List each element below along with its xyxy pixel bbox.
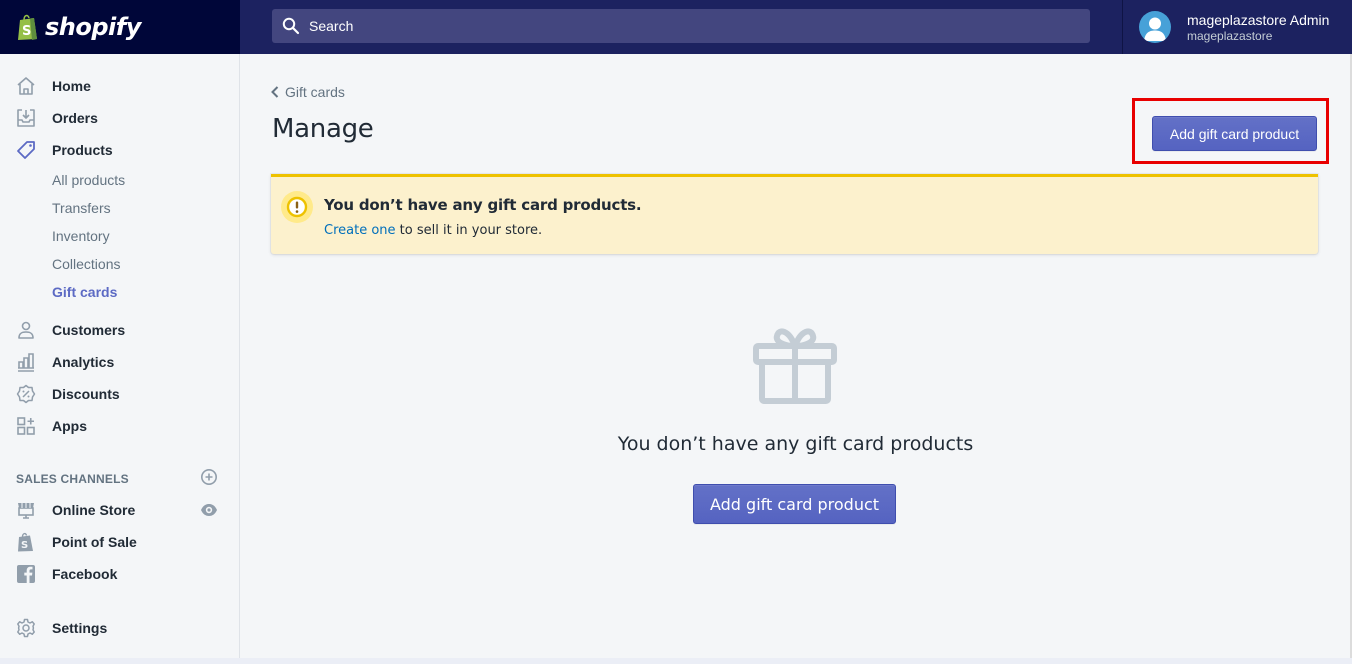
eye-icon[interactable] bbox=[200, 501, 218, 519]
shopify-logo[interactable]: S shopify bbox=[0, 0, 240, 54]
sidebar-item-label: Point of Sale bbox=[52, 534, 137, 550]
topbar-divider bbox=[1122, 0, 1123, 54]
main-content: Gift cards Manage Add gift card product … bbox=[241, 54, 1350, 658]
svg-text:S: S bbox=[21, 540, 28, 551]
warning-icon bbox=[281, 191, 313, 223]
gear-icon bbox=[17, 618, 35, 638]
sidebar-item-label: Facebook bbox=[52, 566, 118, 582]
sidebar-item-apps[interactable]: Apps bbox=[0, 410, 239, 442]
sidebar-item-label: Products bbox=[52, 142, 113, 158]
search-placeholder: Search bbox=[309, 18, 354, 34]
empty-state-add-button[interactable]: Add gift card product bbox=[693, 484, 896, 524]
sidebar-item-label: Home bbox=[52, 78, 91, 94]
sidebar-item-home[interactable]: Home bbox=[0, 70, 239, 102]
brand-name: shopify bbox=[45, 13, 141, 41]
facebook-icon bbox=[17, 565, 35, 583]
sidebar-subitem-all-products[interactable]: All products bbox=[52, 172, 125, 188]
add-gift-card-product-button[interactable]: Add gift card product bbox=[1152, 116, 1317, 151]
sidebar-subitem-transfers[interactable]: Transfers bbox=[52, 200, 111, 216]
orders-icon bbox=[17, 109, 35, 127]
user-avatar-icon bbox=[1139, 11, 1171, 43]
create-one-link[interactable]: Create one bbox=[324, 223, 396, 238]
sidebar-item-discounts[interactable]: Discounts bbox=[0, 378, 239, 410]
shopify-bag-icon: S bbox=[18, 14, 37, 40]
banner-title: You don’t have any gift card products. bbox=[324, 196, 642, 214]
sidebar-item-label: Apps bbox=[52, 418, 87, 434]
user-name: mageplazastore Admin bbox=[1187, 11, 1330, 28]
sidebar-item-customers[interactable]: Customers bbox=[0, 314, 239, 346]
warning-banner: You don’t have any gift card products. C… bbox=[271, 174, 1318, 254]
apps-icon bbox=[17, 417, 35, 435]
tag-icon bbox=[17, 141, 35, 159]
sidebar-item-label: Orders bbox=[52, 110, 98, 126]
sidebar-item-products[interactable]: Products bbox=[0, 134, 239, 166]
breadcrumb[interactable]: Gift cards bbox=[271, 84, 345, 100]
sidebar-item-label: Analytics bbox=[52, 354, 115, 370]
sales-channels-heading: SALES CHANNELS bbox=[16, 472, 129, 486]
empty-state-text: You don’t have any gift card products bbox=[617, 433, 974, 455]
user-shop: mageplazastore bbox=[1187, 28, 1273, 43]
banner-body-text: to sell it in your store. bbox=[395, 223, 543, 238]
chevron-left-icon bbox=[271, 86, 279, 98]
customer-icon bbox=[18, 321, 34, 339]
discount-icon bbox=[16, 384, 36, 404]
sidebar-item-analytics[interactable]: Analytics bbox=[0, 346, 239, 378]
banner-body: Create one to sell it in your store. bbox=[324, 223, 542, 238]
sidebar-item-orders[interactable]: Orders bbox=[0, 102, 239, 134]
home-icon bbox=[17, 77, 35, 95]
breadcrumb-gift-cards: Gift cards bbox=[285, 84, 345, 100]
svg-text:S: S bbox=[22, 24, 31, 39]
sidebar-subitem-gift-cards[interactable]: Gift cards bbox=[52, 284, 117, 300]
page-title: Manage bbox=[272, 114, 374, 144]
sidebar-item-label: Discounts bbox=[52, 386, 120, 402]
sidebar-item-label: Online Store bbox=[52, 502, 136, 518]
user-menu[interactable]: mageplazastore Admin mageplazastore bbox=[1139, 0, 1329, 54]
search-input[interactable]: Search bbox=[272, 9, 1090, 43]
sidebar-subitem-collections[interactable]: Collections bbox=[52, 256, 120, 272]
plus-circle-icon[interactable] bbox=[200, 468, 218, 486]
sidebar-item-settings[interactable]: Settings bbox=[0, 612, 239, 644]
search-icon bbox=[282, 17, 300, 35]
gift-icon bbox=[753, 328, 837, 404]
sidebar-item-label: Customers bbox=[52, 322, 126, 338]
sidebar-item-facebook[interactable]: Facebook bbox=[0, 558, 239, 590]
bottom-strip bbox=[0, 658, 1352, 664]
analytics-icon bbox=[18, 353, 34, 372]
sidebar-item-label: Settings bbox=[52, 620, 108, 636]
sidebar: Home Orders Products All products Transf… bbox=[0, 54, 240, 658]
sidebar-subitem-inventory[interactable]: Inventory bbox=[52, 228, 110, 244]
shopify-bag-icon: S bbox=[18, 532, 33, 552]
store-icon bbox=[18, 503, 34, 519]
top-bar: S shopify Search mageplazastore Admin ma… bbox=[0, 0, 1352, 54]
sidebar-item-point-of-sale[interactable]: S Point of Sale bbox=[0, 526, 239, 558]
